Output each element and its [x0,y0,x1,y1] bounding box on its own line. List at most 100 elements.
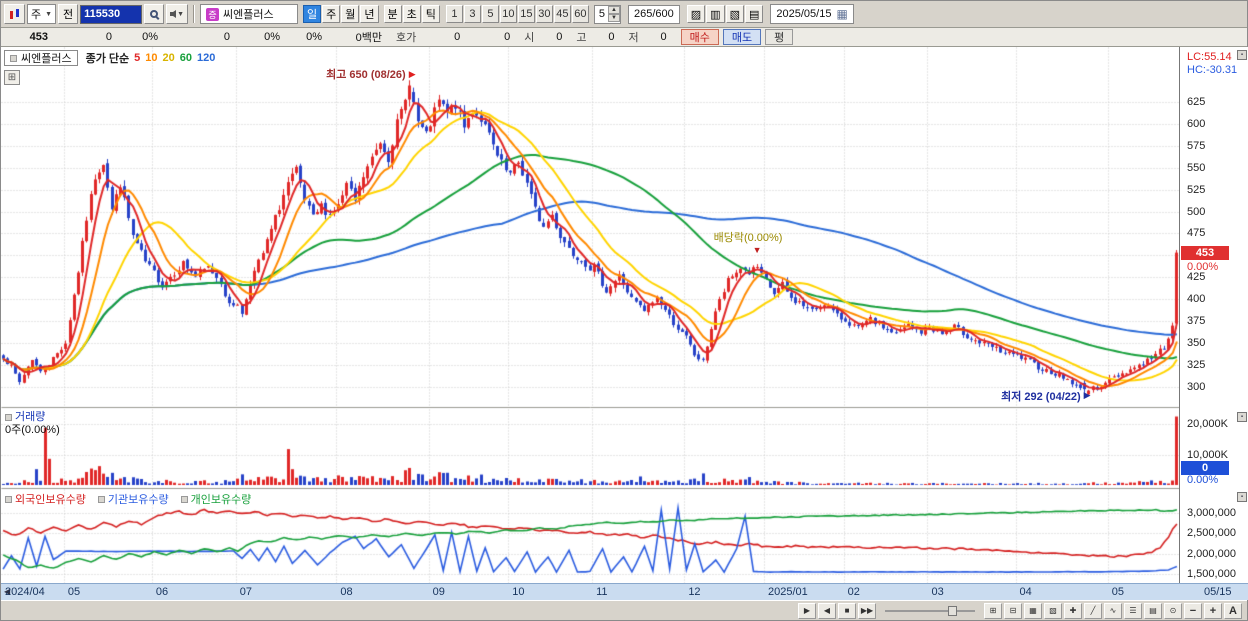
trendline-icon[interactable]: ╱ [1084,602,1102,619]
spinner-up-icon[interactable]: ▲ [608,6,620,14]
x-axis-label: 07 [239,586,252,598]
zoom-icon[interactable]: ⊙ [1164,602,1182,619]
period-button[interactable]: 년 [360,5,379,23]
sound-alert-button[interactable]: ▼ [166,4,188,24]
prev-stock-button[interactable]: 전 [58,4,79,24]
annotation-high: 최고 650 (08/26) ▶ [326,66,415,82]
axis-tick-label: 10,000K [1187,448,1228,461]
annotation-low-text: 최저 292 (04/22) [1001,390,1081,403]
list-icon[interactable]: ☰ [1124,602,1142,619]
print-icon[interactable]: ▤ [1144,602,1162,619]
indicator-setting-icon[interactable]: ▧ [725,5,744,23]
axis-tick-label: 2,500,000 [1187,527,1236,540]
holdings-series-text: 개인보유수량 [190,494,252,506]
compare-chart-icon[interactable]: ▥ [706,5,725,23]
minute-button[interactable]: 1 [445,5,463,23]
stop-button[interactable]: ■ [838,602,856,619]
chart-type-icon[interactable] [4,4,25,24]
volume-value: 0 [223,31,230,43]
period-type-dropdown[interactable]: 주 ▼ [27,4,57,24]
chart-style-icon[interactable]: ▨ [686,5,706,23]
zoom-in-button[interactable]: + [1204,602,1222,619]
panel-collapse-icon[interactable]: ▪ [1237,50,1247,60]
zoom-slider[interactable] [885,604,975,618]
axis-tick-label: 325 [1187,358,1206,371]
ma-legend: 종가 단순 5 10 20 60 120 [86,50,216,66]
fast-forward-button[interactable]: ▶▶ [858,602,876,619]
panel-collapse-icon[interactable]: ▪ [1237,492,1247,502]
period-button[interactable]: 월 [341,5,360,23]
minute-button[interactable]: 3 [463,5,481,23]
pattern-icon[interactable]: ▧ [1044,602,1062,619]
rewind-button[interactable]: ◀ [818,602,836,619]
legend-stock-box[interactable]: 씨엔플러스 [4,50,78,66]
crosshair-icon[interactable]: ✚ [1064,602,1082,619]
x-axis-label: 06 [155,586,169,598]
axis-tick-label: 600 [1187,118,1206,130]
hoga-label: 호가 [396,32,417,44]
holdings-series-text: 기관보유수량 [107,494,169,506]
period-button[interactable]: 주 [322,5,341,23]
minute-button[interactable]: 10 [499,5,517,23]
minute-button[interactable]: 15 [517,5,535,23]
play-button[interactable]: ▶ [798,602,816,619]
minute-button[interactable]: 5 [481,5,499,23]
calendar-icon: ▦ [836,7,848,21]
zoom-out-button[interactable]: − [1184,602,1202,619]
stock-name-box[interactable]: 증 씨엔플러스 [200,4,298,24]
unit-button[interactable]: 분 [383,5,402,23]
holdings-series-text: 외국인보유수량 [15,494,86,506]
avg-button[interactable]: 평 [765,29,794,45]
date-picker[interactable]: 2025/05/15 ▦ [770,4,854,24]
x-axis-label: 11 [596,586,608,598]
ma-legend-prefix: 종가 단순 [85,53,130,65]
buy-button[interactable]: 매수 [680,29,719,45]
candlestick-icon [8,8,21,21]
x-axis-end-label: 05/15 [1204,586,1232,598]
x-axis-label: 02 [847,586,860,598]
chart-grid-icon[interactable]: ⊞ [4,70,20,85]
axis-tick-label: 350 [1187,336,1206,349]
auto-scale-button[interactable]: A [1224,602,1242,619]
minute-stepper-value: 5 [598,8,605,20]
unit-button[interactable]: 틱 [421,5,440,23]
x-axis-label: 03 [931,586,944,598]
period-button[interactable]: 일 [303,5,322,23]
current-price-badge: 453 [1181,245,1229,260]
wave-icon[interactable]: ∿ [1104,602,1122,619]
x-axis-label: 10 [512,586,525,598]
zoom-slider-handle[interactable] [948,605,957,616]
dividend-marker-icon: ▼ [752,245,762,255]
tile-window-icon[interactable]: ⊞ [984,602,1002,619]
chart-region: 씨엔플러스 종가 단순 5 10 20 60 120 ⊞ 최고 650 (08/26) … [1,47,1248,583]
panel-collapse-icon[interactable]: ▪ [1237,412,1247,422]
grid-toggle-icon[interactable]: ▦ [1024,602,1042,619]
volume-current: 0주(0.00%) [5,423,60,436]
holdings-series-label: 개인보유수량 [180,491,252,507]
minute-button[interactable]: 60 [571,5,589,23]
axis-tick-label: 500 [1187,205,1206,218]
cascade-window-icon[interactable]: ⊟ [1004,602,1022,619]
x-axis-label: 12 [688,586,701,598]
arrow-right-icon: ▶ [408,68,416,79]
stock-code-input[interactable] [80,4,143,24]
bottom-toolbar: ▶ ◀ ■ ▶▶ ⊞ ⊟ ▦ ▧ ✚ ╱ ∿ ☰ ▤ ⊙ − + A [1,600,1247,620]
annotation-high-text: 최고 650 (08/26) [326,69,406,82]
minute-button[interactable]: 45 [553,5,571,23]
lc-label: LC:55.14 [1187,51,1232,63]
sell-button[interactable]: 매도 [722,29,762,45]
right-price-axis: LC:55.14 HC:-30.31 300 325 350 375 400 425 475 50… [1179,47,1248,583]
axis-tick-label: 525 [1187,183,1206,196]
unit-button[interactable]: 초 [402,5,421,23]
candle-count-display: 265/600 [628,4,680,24]
spinner-down-icon[interactable]: ▼ [608,14,620,22]
x-axis-label: 04 [1019,586,1032,598]
screen-layout-icon[interactable]: ▤ [744,5,764,23]
ma-legend-item: 10 [145,52,158,64]
minute-stepper[interactable]: 5 ▲ ▼ [593,4,621,24]
ma-legend-item: 20 [162,52,175,64]
search-icon [150,10,159,18]
search-button[interactable] [144,4,165,24]
x-axis-label: 05 [67,586,81,598]
minute-button[interactable]: 30 [535,5,553,23]
